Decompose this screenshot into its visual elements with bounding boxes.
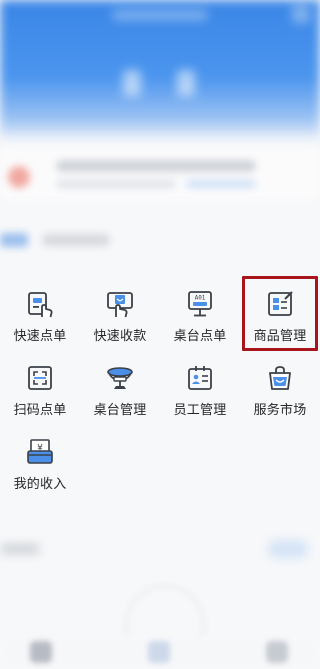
tile-table-management[interactable]: 桌台管理 <box>80 350 160 424</box>
tile-table-order[interactable]: A01 桌台点单 <box>160 276 240 350</box>
tile-label: 桌台管理 <box>93 402 147 417</box>
tile-label: 快速点单 <box>13 328 67 343</box>
header-stat-right <box>177 70 195 96</box>
tile-quick-order[interactable]: 快速点单 <box>0 276 80 350</box>
section-title <box>42 234 110 246</box>
tile-label: 我的收入 <box>13 476 67 491</box>
blurred-lower-section <box>0 530 320 570</box>
staff-management-icon <box>186 364 214 392</box>
tile-label: 服务市场 <box>253 402 307 417</box>
table-order-icon: A01 <box>186 290 214 318</box>
tab-icon-left[interactable] <box>30 641 52 663</box>
quick-payment-icon <box>106 290 134 318</box>
tile-product-management[interactable]: 商品管理 <box>240 276 320 350</box>
blurred-notice-bar <box>0 148 320 200</box>
service-market-icon <box>266 364 294 392</box>
section-tag <box>0 233 28 247</box>
tile-label: 桌台点单 <box>173 328 227 343</box>
tab-icon-center[interactable] <box>148 641 170 663</box>
notice-line <box>56 180 176 188</box>
header-corner-icon <box>292 5 310 23</box>
svg-text:A01: A01 <box>195 295 206 302</box>
tile-service-market[interactable]: 服务市场 <box>240 350 320 424</box>
bottom-tab-bar <box>0 635 320 669</box>
lower-button <box>268 540 308 558</box>
table-management-icon <box>106 364 134 392</box>
header-title-placeholder <box>112 10 208 20</box>
tile-label: 员工管理 <box>173 402 227 417</box>
tile-scan-order[interactable]: 扫码点单 <box>0 350 80 424</box>
notice-icon <box>8 166 30 188</box>
notice-link <box>186 180 256 188</box>
scan-order-icon <box>26 364 54 392</box>
tab-icon-right[interactable] <box>266 641 288 663</box>
tile-label: 快速收款 <box>93 328 147 343</box>
tile-staff-management[interactable]: 员工管理 <box>160 350 240 424</box>
blurred-section-header <box>0 226 320 254</box>
tile-quick-payment[interactable]: 快速收款 <box>80 276 160 350</box>
my-income-icon: ¥ <box>26 438 54 466</box>
quick-order-icon <box>26 290 54 318</box>
product-management-icon <box>266 290 294 318</box>
blurred-header <box>0 0 320 140</box>
lower-title <box>0 544 40 554</box>
tile-my-income[interactable]: ¥ 我的收入 <box>0 424 80 498</box>
notice-line <box>56 160 256 172</box>
tile-label: 商品管理 <box>253 328 307 343</box>
tile-label: 扫码点单 <box>13 402 67 417</box>
header-stat-left <box>123 70 141 96</box>
